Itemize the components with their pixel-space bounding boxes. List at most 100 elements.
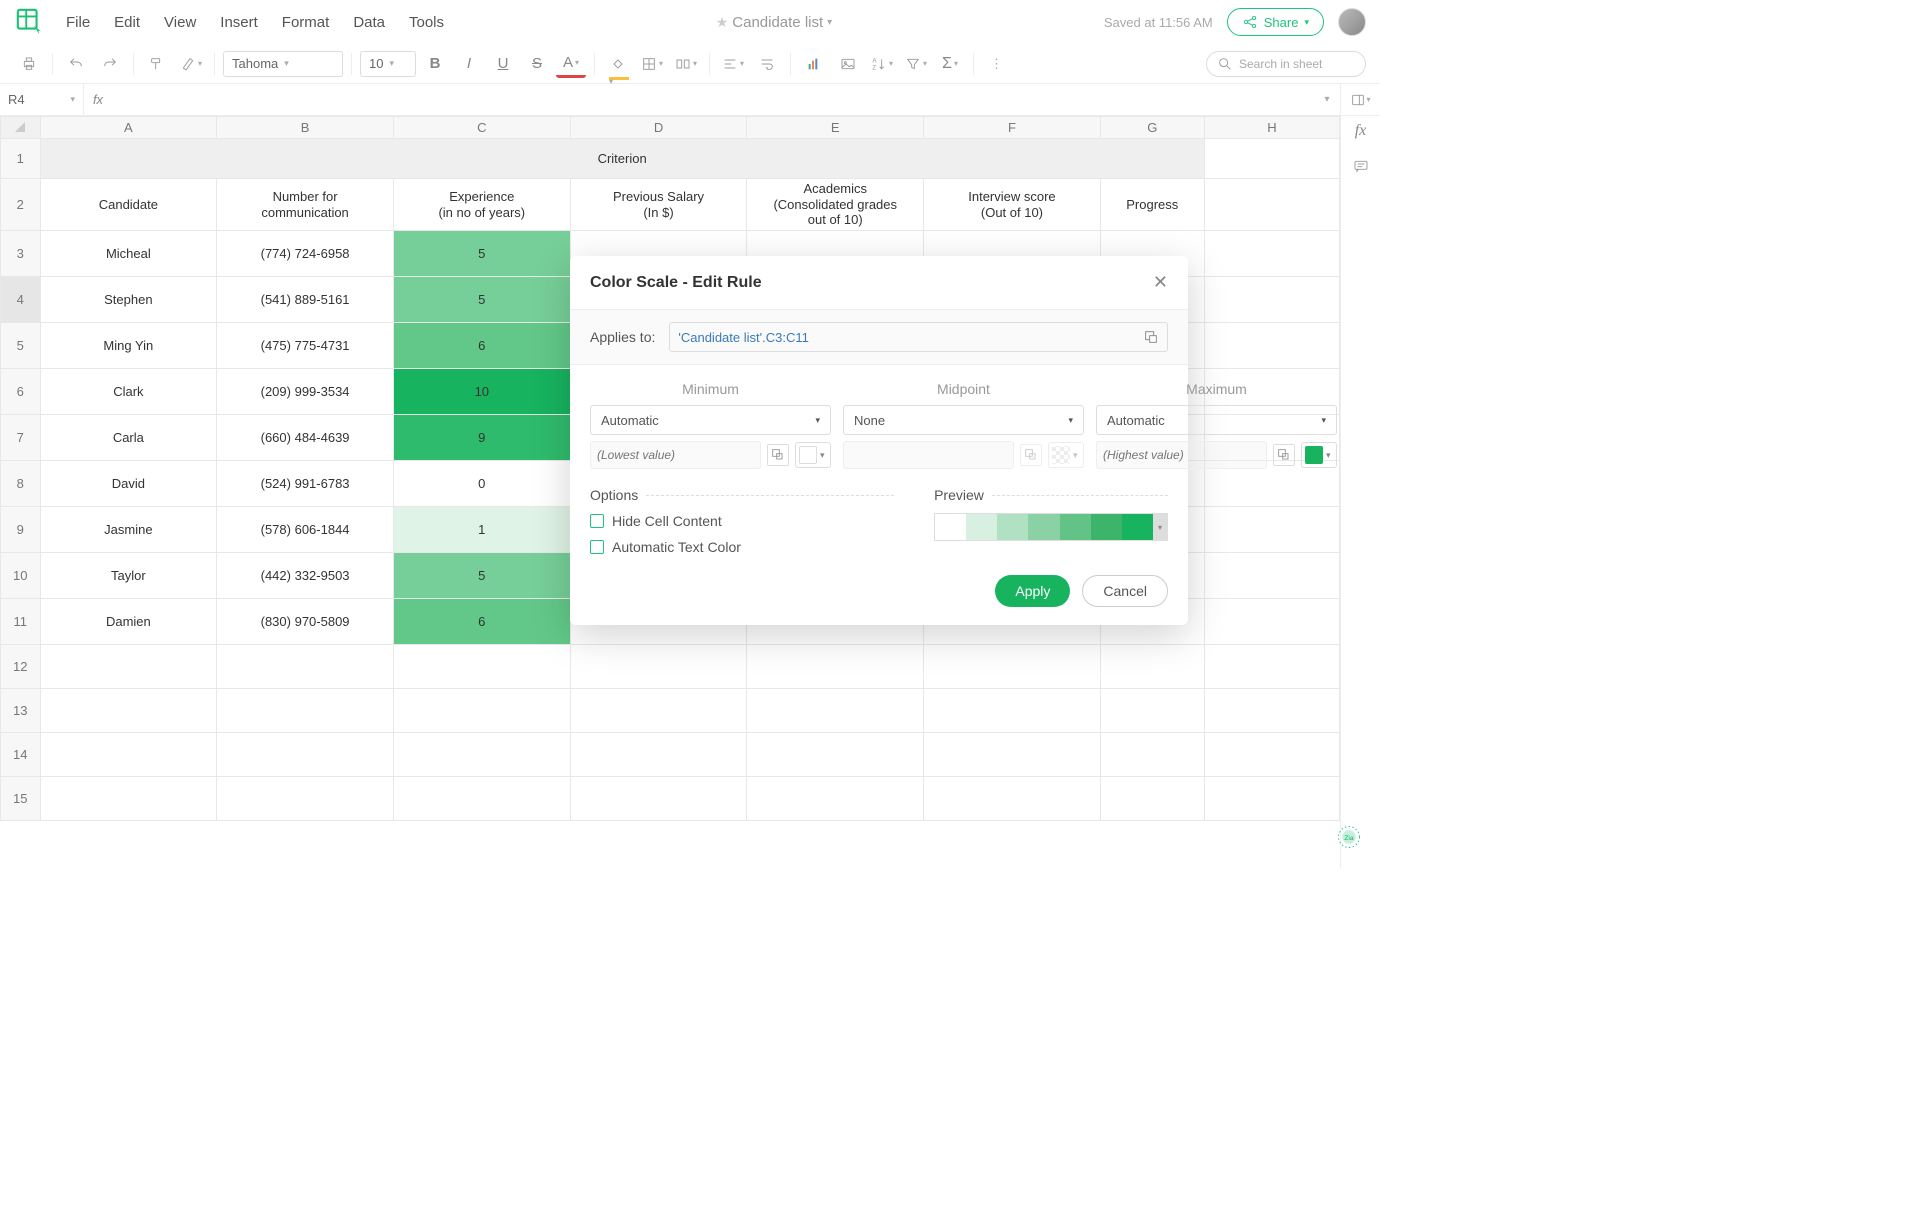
cell[interactable] <box>747 645 924 689</box>
menu-data[interactable]: Data <box>353 14 385 31</box>
range-picker-icon[interactable] <box>1273 444 1295 466</box>
cell[interactable]: 10 <box>393 369 570 415</box>
cell[interactable]: 5 <box>393 277 570 323</box>
cell[interactable]: Candidate <box>40 179 217 231</box>
preview-gradient[interactable]: ▾ <box>934 513 1168 541</box>
cell[interactable]: (541) 889-5161 <box>217 277 394 323</box>
row-header[interactable]: 8 <box>1 461 41 507</box>
cell[interactable] <box>570 733 747 777</box>
cell[interactable] <box>40 777 217 821</box>
row-header[interactable]: 7 <box>1 415 41 461</box>
cell[interactable] <box>1204 553 1339 599</box>
menu-format[interactable]: Format <box>282 14 330 31</box>
cell[interactable] <box>217 777 394 821</box>
cell[interactable] <box>924 777 1101 821</box>
cell[interactable]: Previous Salary (In $) <box>570 179 747 231</box>
document-title[interactable]: ★ Candidate list ▾ <box>444 14 1104 31</box>
cell[interactable] <box>1100 777 1204 821</box>
cell[interactable]: Interview score (Out of 10) <box>924 179 1101 231</box>
cell[interactable] <box>393 645 570 689</box>
redo-icon[interactable] <box>95 50 125 78</box>
cell[interactable] <box>40 645 217 689</box>
cell[interactable]: Experience (in no of years) <box>393 179 570 231</box>
wrap-text-icon[interactable] <box>752 50 782 78</box>
row-header[interactable]: 10 <box>1 553 41 599</box>
col-header[interactable]: D <box>570 117 747 139</box>
cell[interactable]: Clark <box>40 369 217 415</box>
cell[interactable] <box>393 777 570 821</box>
close-icon[interactable]: ✕ <box>1153 272 1168 293</box>
cell[interactable]: (209) 999-3534 <box>217 369 394 415</box>
cell[interactable] <box>217 645 394 689</box>
font-family-select[interactable]: Tahoma▾ <box>223 51 343 77</box>
star-icon[interactable]: ★ <box>716 14 729 31</box>
row-header[interactable]: 14 <box>1 733 41 777</box>
cell[interactable] <box>570 777 747 821</box>
panel-toggle-icon[interactable]: ▾ <box>1340 84 1380 115</box>
cell[interactable]: Stephen <box>40 277 217 323</box>
midpoint-type-select[interactable]: None▾ <box>843 405 1084 435</box>
cell[interactable]: (660) 484-4639 <box>217 415 394 461</box>
apply-button[interactable]: Apply <box>995 575 1070 607</box>
maximum-value-input[interactable] <box>1096 441 1267 469</box>
cell[interactable] <box>1100 689 1204 733</box>
cell[interactable] <box>217 733 394 777</box>
hide-cell-content-checkbox[interactable]: Hide Cell Content <box>590 513 894 529</box>
cell[interactable]: David <box>40 461 217 507</box>
cell[interactable] <box>1204 231 1339 277</box>
chevron-down-icon[interactable]: ▾ <box>827 17 832 28</box>
cell[interactable]: Carla <box>40 415 217 461</box>
cell[interactable] <box>747 733 924 777</box>
row-header[interactable]: 5 <box>1 323 41 369</box>
image-icon[interactable] <box>833 50 863 78</box>
fx-icon[interactable]: fx <box>84 92 112 107</box>
assistant-fab-icon[interactable]: Zia <box>1332 820 1366 854</box>
merge-cells-icon[interactable] <box>671 50 701 78</box>
cell[interactable]: Damien <box>40 599 217 645</box>
italic-icon[interactable]: I <box>454 50 484 78</box>
menu-view[interactable]: View <box>164 14 196 31</box>
minimum-color-button[interactable]: ▾ <box>795 442 831 468</box>
row-header[interactable]: 4 <box>1 277 41 323</box>
minimum-value-input[interactable] <box>590 441 761 469</box>
col-header[interactable]: C <box>393 117 570 139</box>
name-box[interactable]: R4▾ <box>0 84 84 115</box>
select-all-corner[interactable] <box>1 117 41 139</box>
auto-text-color-checkbox[interactable]: Automatic Text Color <box>590 539 894 555</box>
fx-panel-icon[interactable]: fx <box>1355 122 1367 140</box>
cell[interactable] <box>1100 645 1204 689</box>
cell[interactable]: Academics (Consolidated grades out of 10… <box>747 179 924 231</box>
cell[interactable]: (578) 606-1844 <box>217 507 394 553</box>
borders-icon[interactable] <box>637 50 667 78</box>
cell[interactable] <box>1204 645 1339 689</box>
row-header[interactable]: 9 <box>1 507 41 553</box>
strikethrough-icon[interactable]: S <box>522 50 552 78</box>
cell[interactable]: (442) 332-9503 <box>217 553 394 599</box>
row-header[interactable]: 6 <box>1 369 41 415</box>
print-icon[interactable] <box>14 50 44 78</box>
cell[interactable]: 6 <box>393 599 570 645</box>
row-header[interactable]: 2 <box>1 179 41 231</box>
font-size-select[interactable]: 10▾ <box>360 51 416 77</box>
cell[interactable] <box>1204 689 1339 733</box>
undo-icon[interactable] <box>61 50 91 78</box>
menu-tools[interactable]: Tools <box>409 14 444 31</box>
functions-icon[interactable]: Σ <box>935 50 965 78</box>
cell[interactable] <box>1204 507 1339 553</box>
cell[interactable]: 9 <box>393 415 570 461</box>
cell[interactable] <box>570 645 747 689</box>
col-header[interactable]: F <box>924 117 1101 139</box>
cell[interactable]: 1 <box>393 507 570 553</box>
menu-file[interactable]: File <box>66 14 90 31</box>
formula-input[interactable] <box>112 84 1314 115</box>
cell[interactable] <box>40 733 217 777</box>
cell[interactable]: 5 <box>393 231 570 277</box>
cell[interactable] <box>1204 733 1339 777</box>
col-header[interactable]: H <box>1204 117 1339 139</box>
col-header[interactable]: G <box>1100 117 1204 139</box>
cell[interactable] <box>924 645 1101 689</box>
cell[interactable]: 5 <box>393 553 570 599</box>
maximum-type-select[interactable]: Automatic▾ <box>1096 405 1337 435</box>
formula-expand-icon[interactable]: ▾ <box>1314 94 1340 105</box>
cell[interactable]: Jasmine <box>40 507 217 553</box>
